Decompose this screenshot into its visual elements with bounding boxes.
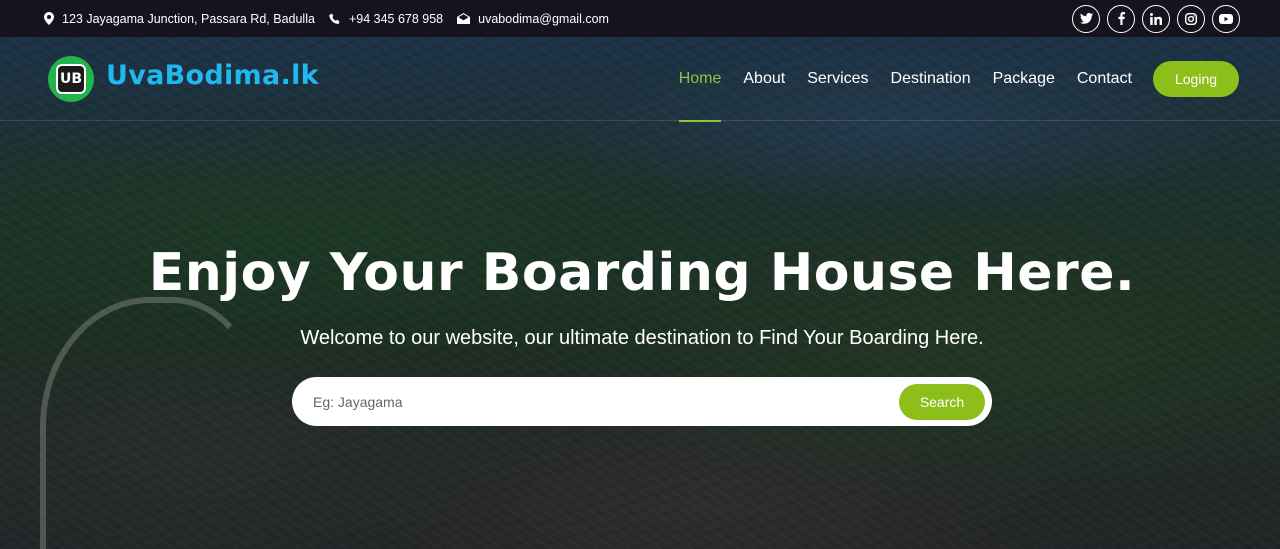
nav-home[interactable]: Home [678,37,721,122]
instagram-icon[interactable] [1177,4,1205,33]
hero-section: UB UvaBodima.lk Home About Services Dest… [0,37,1280,549]
login-button[interactable]: Loging [1153,61,1239,97]
logo-initials: UB [56,64,86,94]
email-text: uvabodima@gmail.com [478,11,609,26]
nav-package[interactable]: Package [993,37,1055,121]
email-item[interactable]: uvabodima@gmail.com [457,12,609,26]
search-bar: Search [292,377,992,426]
youtube-icon[interactable] [1212,4,1240,33]
search-button[interactable]: Search [899,383,985,420]
brand-name[interactable]: UvaBodima.lk [106,60,319,91]
nav-services[interactable]: Services [807,37,868,121]
nav-contact[interactable]: Contact [1077,37,1132,121]
phone-item[interactable]: +94 345 678 958 [329,12,443,26]
contact-info: 123 Jayagama Junction, Passara Rd, Badul… [44,12,623,26]
phone-text: +94 345 678 958 [348,11,444,26]
address-text: 123 Jayagama Junction, Passara Rd, Badul… [62,11,315,26]
address-item: 123 Jayagama Junction, Passara Rd, Badul… [44,12,315,26]
nav-links: Home About Services Destination Package … [657,37,1132,122]
search-input[interactable] [292,377,899,426]
logo-badge[interactable]: UB [48,56,94,102]
location-pin-icon [44,12,54,25]
envelope-open-icon [457,13,471,24]
phone-icon [329,13,340,24]
twitter-icon[interactable] [1072,4,1100,33]
nav-destination[interactable]: Destination [891,37,971,121]
linkedin-icon[interactable] [1142,4,1170,33]
social-links [1072,4,1240,33]
nav-about[interactable]: About [743,37,785,121]
hero-subtitle: Welcome to our website, our ultimate des… [300,327,984,349]
main-navbar: UB UvaBodima.lk Home About Services Dest… [0,37,1280,122]
facebook-icon[interactable] [1107,4,1135,33]
hero-title: Enjoy Your Boarding House Here. [148,243,1136,303]
top-contact-bar: 123 Jayagama Junction, Passara Rd, Badul… [0,0,1280,37]
